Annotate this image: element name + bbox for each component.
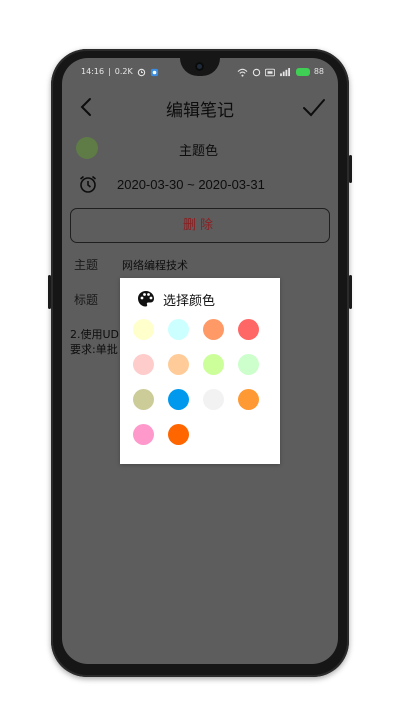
theme-color-dot[interactable] <box>76 137 98 159</box>
color-swatch[interactable] <box>133 319 154 340</box>
color-swatch[interactable] <box>133 389 154 410</box>
palette-icon <box>138 291 154 307</box>
color-swatch[interactable] <box>168 319 189 340</box>
color-swatch[interactable] <box>203 389 224 410</box>
side-button <box>48 275 51 309</box>
color-swatch[interactable] <box>168 354 189 375</box>
title-label: 标题 <box>74 293 99 307</box>
date-row[interactable]: 2020-03-30 ~ 2020-03-31 <box>62 173 338 197</box>
dialog-title: 选择颜色 <box>163 293 216 309</box>
color-swatch[interactable] <box>203 319 224 340</box>
color-swatch[interactable] <box>133 424 154 445</box>
theme-color-row[interactable]: 主题色 <box>62 136 338 160</box>
color-swatch[interactable] <box>238 319 259 340</box>
top-bar: 编辑笔记 <box>62 88 338 128</box>
network-speed: 0.2K <box>114 67 133 76</box>
subject-label: 主题 <box>74 258 99 272</box>
volume-button <box>349 155 352 183</box>
status-divider: | <box>108 67 111 76</box>
signal-icon <box>279 67 290 76</box>
date-range-text: 2020-03-30 ~ 2020-03-31 <box>117 177 265 192</box>
delete-button[interactable]: 删除 <box>70 208 330 243</box>
color-swatch[interactable] <box>203 354 224 375</box>
color-swatch[interactable] <box>133 354 154 375</box>
app-notification-icon <box>150 68 158 76</box>
power-button <box>349 275 352 309</box>
battery-level: 88 <box>313 67 324 76</box>
alarm-clock-icon <box>79 175 97 193</box>
page-title: 编辑笔记 <box>166 101 234 121</box>
hd-icon <box>264 68 275 76</box>
alarm-status-icon <box>252 68 261 76</box>
status-time: 14:16 <box>81 67 105 76</box>
content-line-2[interactable]: 要求:单批 <box>70 341 118 357</box>
color-picker-dialog: 选择颜色 <box>120 278 280 464</box>
checkmark-icon[interactable] <box>302 96 326 118</box>
subject-value[interactable]: 网络编程技术 <box>122 257 188 273</box>
color-swatch[interactable] <box>238 389 259 410</box>
color-swatch[interactable] <box>168 424 189 445</box>
color-swatch[interactable] <box>168 389 189 410</box>
wifi-icon <box>237 68 248 77</box>
battery-icon <box>295 68 310 76</box>
content-line-1[interactable]: 2.使用UD <box>70 326 119 342</box>
sync-icon <box>137 68 145 76</box>
status-bar: 14:16 | 0.2K 88 <box>62 64 338 80</box>
color-swatch[interactable] <box>238 354 259 375</box>
theme-color-label: 主题色 <box>179 144 219 159</box>
